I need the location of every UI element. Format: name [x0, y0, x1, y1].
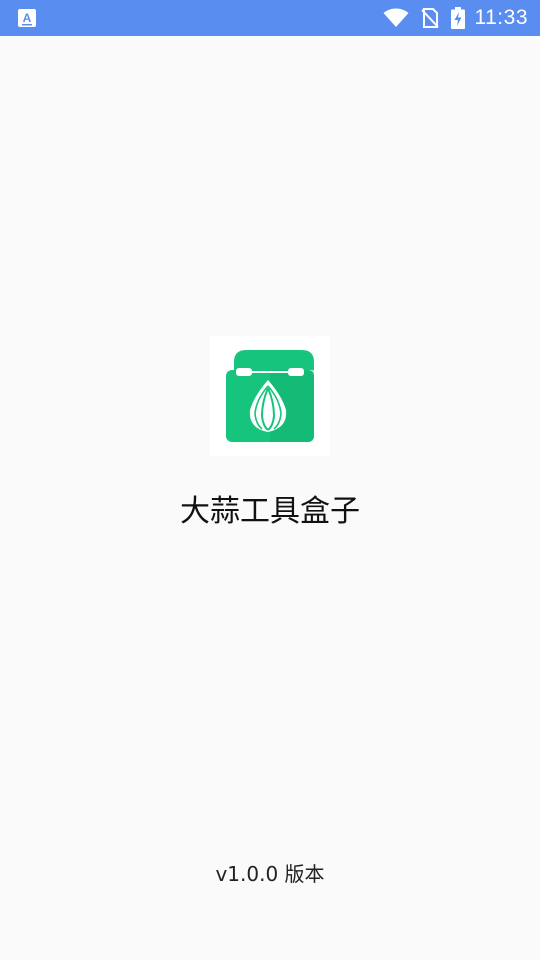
battery-charging-icon: [450, 7, 465, 29]
status-time: 11:33: [474, 6, 528, 29]
keyboard-a-icon: A: [18, 9, 36, 27]
status-bar: A 11:33: [0, 0, 540, 36]
status-icons: 11:33: [383, 0, 529, 36]
svg-text:A: A: [23, 11, 32, 25]
app-title: 大蒜工具盒子: [180, 494, 360, 529]
app-logo: [210, 336, 330, 456]
wifi-icon: [383, 8, 408, 27]
no-sim-icon: [420, 8, 439, 28]
toolbox-garlic-icon: [226, 350, 314, 442]
version-label: v1.0.0 版本: [215, 862, 325, 886]
